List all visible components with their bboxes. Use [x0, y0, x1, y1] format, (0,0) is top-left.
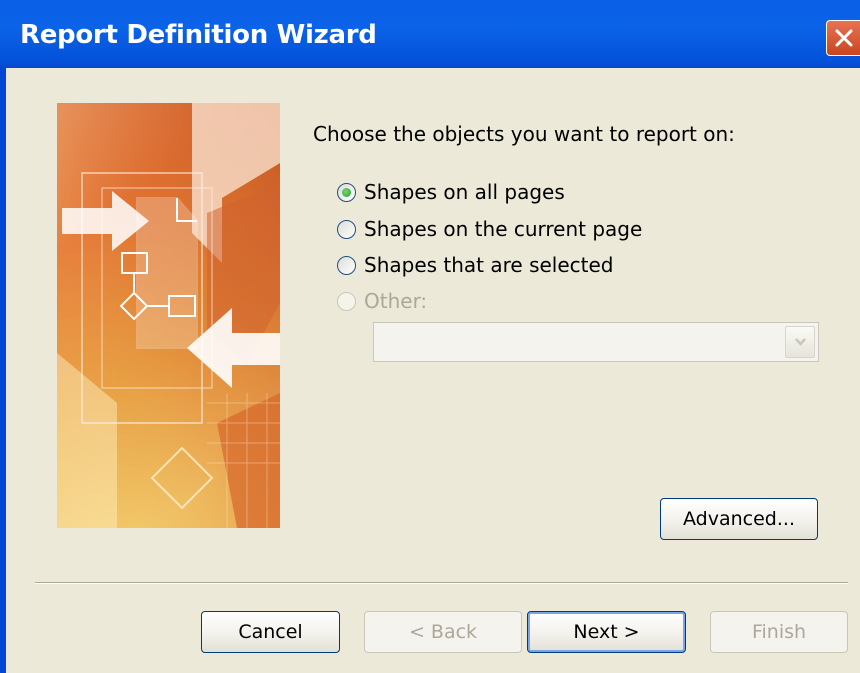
separator [35, 582, 848, 584]
option-label: Shapes that are selected [364, 253, 614, 277]
close-button[interactable] [826, 20, 860, 56]
option-other[interactable]: Other: [337, 287, 427, 315]
advanced-button[interactable]: Advanced... [660, 498, 818, 540]
next-button[interactable]: Next > [527, 611, 686, 653]
option-label: Shapes on the current page [364, 217, 643, 241]
chevron-down-icon [795, 338, 806, 346]
radio-button[interactable] [337, 255, 356, 275]
radio-button[interactable] [337, 219, 356, 239]
wizard-banner-image [57, 103, 280, 528]
back-button[interactable]: < Back [364, 611, 522, 653]
window-title: Report Definition Wizard [20, 20, 377, 50]
option-shapes-selected[interactable]: Shapes that are selected [337, 251, 614, 279]
report-wizard-banner [57, 103, 280, 528]
dropdown-button[interactable] [785, 326, 815, 358]
cancel-button[interactable]: Cancel [201, 611, 340, 653]
other-select[interactable] [373, 322, 819, 362]
radio-button[interactable] [337, 182, 356, 202]
report-definition-wizard-window: Report Definition Wizard Choose the obje… [0, 0, 860, 673]
instruction-label: Choose the objects you want to report on… [313, 122, 735, 146]
option-label: Shapes on all pages [364, 180, 565, 204]
radio-button[interactable] [337, 291, 356, 311]
title-bar[interactable]: Report Definition Wizard [0, 0, 860, 68]
option-shapes-current-page[interactable]: Shapes on the current page [337, 215, 642, 243]
option-label: Other: [364, 289, 428, 313]
option-shapes-all-pages[interactable]: Shapes on all pages [337, 178, 565, 206]
finish-button[interactable]: Finish [710, 611, 848, 653]
close-icon [835, 29, 853, 47]
window-frame [0, 68, 6, 673]
